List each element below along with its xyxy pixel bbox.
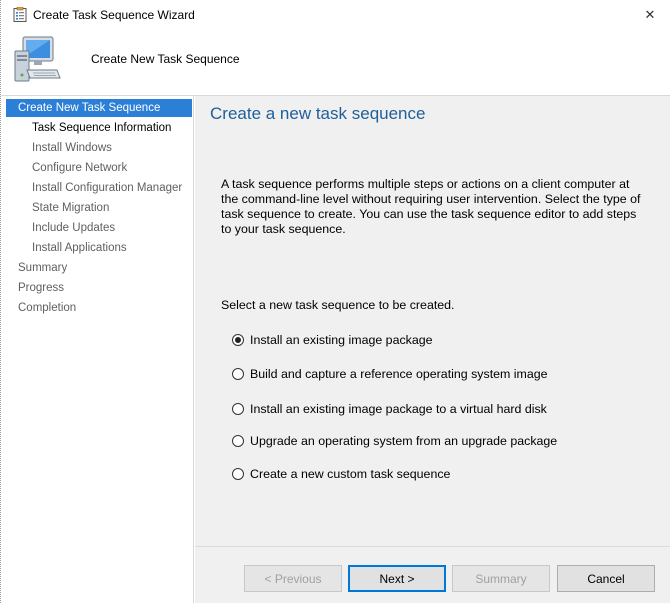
option-label: Install an existing image package to a v… [250, 402, 547, 416]
option-label: Install an existing image package [250, 333, 433, 347]
radio-button[interactable] [232, 334, 244, 346]
close-icon: ✕ [644, 7, 656, 22]
header-title: Create New Task Sequence [91, 52, 240, 66]
nav-item-progress[interactable]: Progress [6, 279, 192, 297]
select-label: Select a new task sequence to be created… [221, 298, 455, 312]
summary-button[interactable]: Summary [452, 565, 550, 592]
cancel-button[interactable]: Cancel [557, 565, 655, 592]
option-label: Create a new custom task sequence [250, 467, 451, 481]
page-title: Create a new task sequence [210, 104, 426, 123]
window-title: Create Task Sequence Wizard [33, 8, 195, 22]
nav-item-completion[interactable]: Completion [6, 299, 192, 317]
computer-icon [14, 36, 61, 82]
option-label: Build and capture a reference operating … [250, 367, 548, 381]
wizard-content: Create a new task sequence A task sequen… [195, 96, 670, 546]
radio-button[interactable] [232, 435, 244, 447]
next-button[interactable]: Next > [348, 565, 446, 592]
wizard-window: Create Task Sequence Wizard ✕ Create New… [0, 0, 670, 603]
option-label: Upgrade an operating system from an upgr… [250, 434, 558, 448]
nav-item-configure-network[interactable]: Configure Network [6, 159, 192, 177]
option-custom-task-sequence[interactable]: Create a new custom task sequence [232, 465, 450, 483]
option-upgrade-os[interactable]: Upgrade an operating system from an upgr… [232, 432, 557, 450]
close-button[interactable]: ✕ [629, 0, 670, 30]
nav-item-state-migration[interactable]: State Migration [6, 199, 192, 217]
option-install-to-virtual-hard-disk[interactable]: Install an existing image package to a v… [232, 400, 547, 418]
option-install-existing-image[interactable]: Install an existing image package [232, 331, 433, 349]
nav-item-create-new-task-sequence[interactable]: Create New Task Sequence [6, 99, 192, 117]
nav-item-install-applications[interactable]: Install Applications [6, 239, 192, 257]
option-build-and-capture[interactable]: Build and capture a reference operating … [232, 365, 548, 383]
title-bar: Create Task Sequence Wizard ✕ [1, 0, 670, 30]
nav-item-install-configuration-manager[interactable]: Install Configuration Manager [6, 179, 192, 197]
nav-item-task-sequence-information[interactable]: Task Sequence Information [6, 119, 192, 137]
previous-button[interactable]: < Previous [244, 565, 342, 592]
radio-button[interactable] [232, 468, 244, 480]
nav-item-install-windows[interactable]: Install Windows [6, 139, 192, 157]
wizard-header: Create New Task Sequence [1, 30, 670, 96]
radio-button[interactable] [232, 368, 244, 380]
page-description: A task sequence performs multiple steps … [221, 177, 641, 236]
nav-item-include-updates[interactable]: Include Updates [6, 219, 192, 237]
radio-button[interactable] [232, 403, 244, 415]
wizard-nav: Create New Task Sequence Task Sequence I… [1, 96, 194, 603]
task-sequence-icon [13, 7, 27, 22]
wizard-footer: < Previous Next > Summary Cancel [195, 546, 670, 603]
nav-item-summary[interactable]: Summary [6, 259, 192, 277]
